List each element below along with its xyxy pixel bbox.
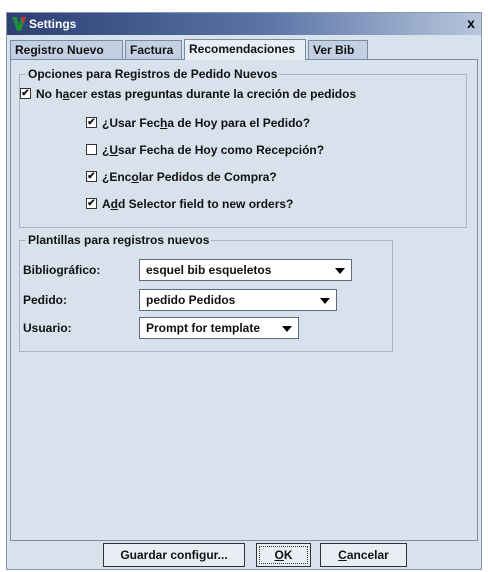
options-group-title: Opciones para Registros de Pedido Nuevos <box>26 67 280 81</box>
save-settings-button[interactable]: Guardar configur... <box>103 543 245 567</box>
settings-window: Settings x Registro Nuevo Factura Recome… <box>6 12 482 570</box>
tab-registro-nuevo[interactable]: Registro Nuevo <box>10 40 123 59</box>
pedido-value: pedido Pedidos <box>146 293 236 307</box>
use-today-order-label: ¿Usar Fecha de Hoy para el Pedido? <box>102 116 311 130</box>
chevron-down-icon <box>335 268 345 274</box>
button-bar: Guardar configur... OK Cancelar <box>7 541 481 569</box>
tab-recomendaciones[interactable]: Recomendaciones <box>184 39 306 60</box>
cancel-button[interactable]: Cancelar <box>320 543 407 567</box>
tab-ver-bib[interactable]: Ver Bib <box>308 40 368 59</box>
checkmark-icon[interactable]: ✔ <box>86 117 97 128</box>
checkmark-icon[interactable]: ✔ <box>20 88 31 99</box>
use-today-receipt-label: ¿Usar Fecha de Hoy como Recepción? <box>102 143 325 157</box>
templates-group-title: Plantillas para registros nuevos <box>26 233 212 247</box>
no-questions-label: No hacer estas preguntas durante la crec… <box>36 87 357 101</box>
bibliografico-template-select[interactable]: esquel bib esqueletos <box>139 259 352 281</box>
usuario-label: Usuario: <box>23 321 72 335</box>
tab-panel: Opciones para Registros de Pedido Nuevos… <box>10 59 478 541</box>
options-group: Opciones para Registros de Pedido Nuevos… <box>19 67 467 228</box>
bibliografico-value: esquel bib esqueletos <box>146 263 272 277</box>
close-icon[interactable]: x <box>463 15 479 31</box>
queue-orders-label: ¿Encolar Pedidos de Compra? <box>102 170 277 184</box>
empty-checkbox-icon[interactable] <box>86 144 97 155</box>
chevron-down-icon <box>320 298 330 304</box>
templates-group: Plantillas para registros nuevos Bibliog… <box>19 233 393 352</box>
selector-field-label: Add Selector field to new orders? <box>102 197 294 211</box>
usuario-template-select[interactable]: Prompt for template <box>139 317 299 339</box>
bibliografico-label: Bibliográfico: <box>23 263 101 277</box>
checkmark-icon[interactable]: ✔ <box>86 198 97 209</box>
checkmark-icon[interactable]: ✔ <box>86 171 97 182</box>
v-logo-icon <box>12 17 26 31</box>
tab-factura[interactable]: Factura <box>125 40 182 59</box>
pedido-template-select[interactable]: pedido Pedidos <box>139 289 337 311</box>
window-title: Settings <box>29 17 77 31</box>
chevron-down-icon <box>282 326 292 332</box>
usuario-value: Prompt for template <box>146 321 261 335</box>
ok-button[interactable]: OK <box>256 543 311 567</box>
title-bar: Settings x <box>7 13 481 35</box>
pedido-label: Pedido: <box>23 293 67 307</box>
